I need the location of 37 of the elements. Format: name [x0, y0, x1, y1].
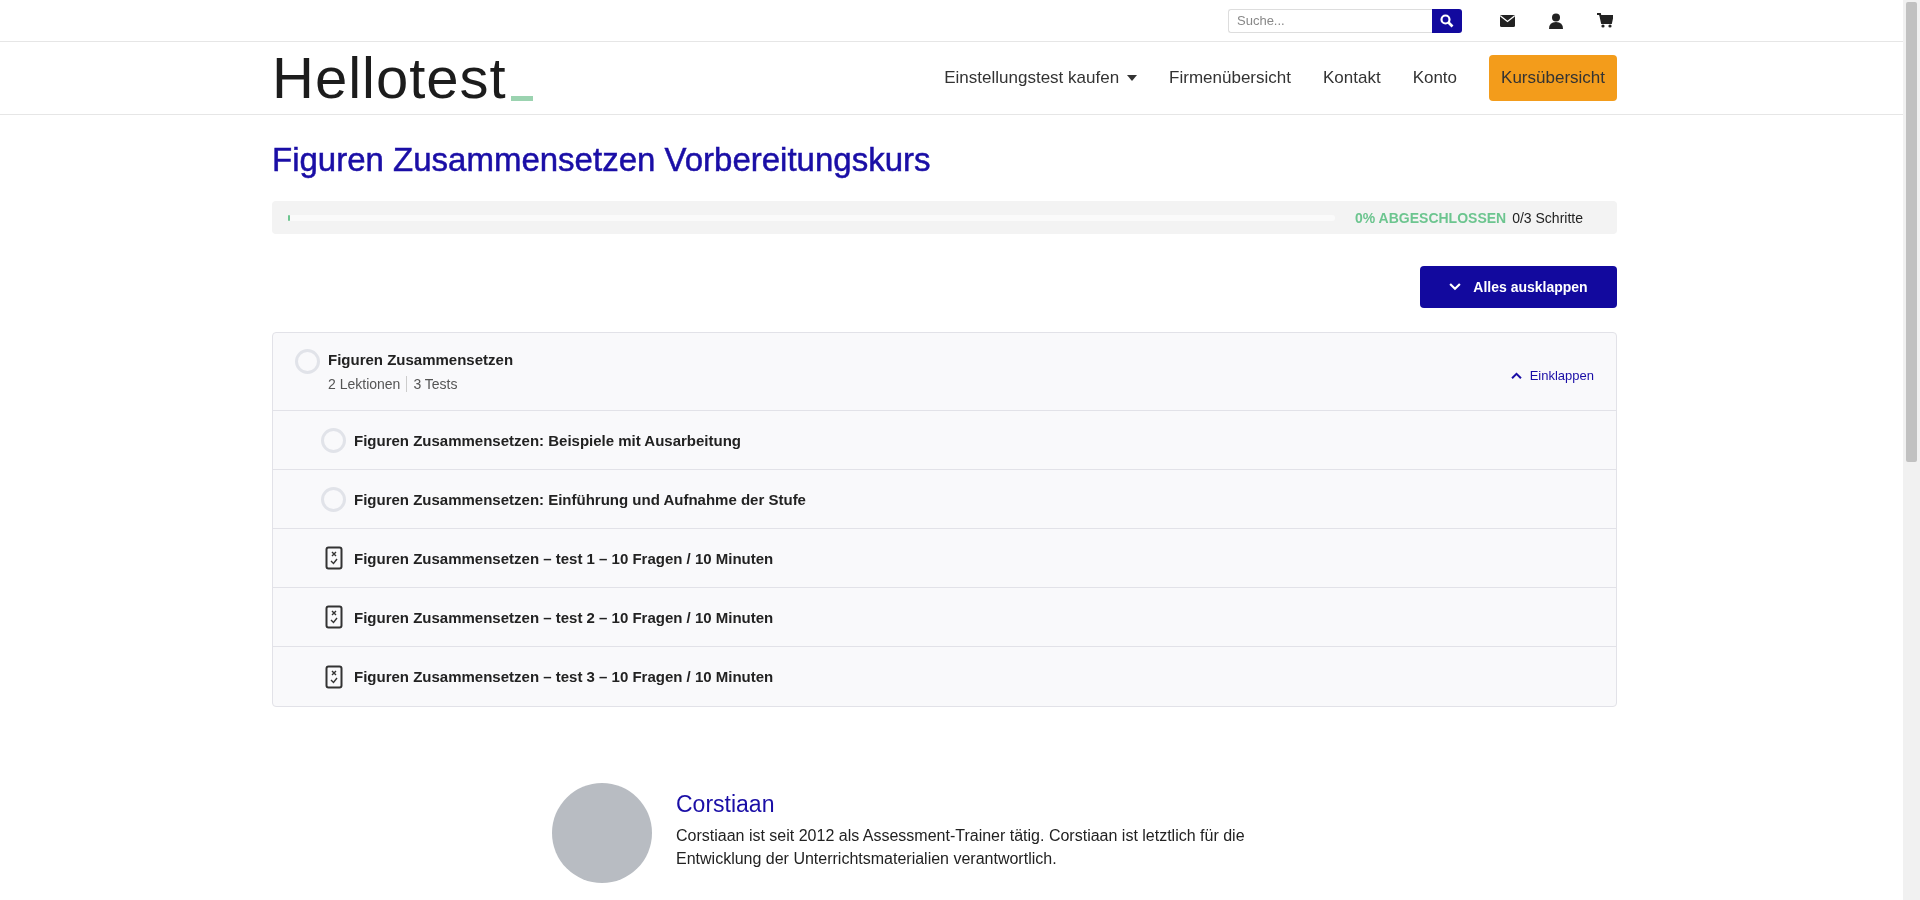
lesson-row[interactable]: Figuren Zusammensetzen – test 2 – 10 Fragen / 10 Minuten: [273, 588, 1616, 647]
quiz-icon: [325, 546, 343, 570]
chevron-down-icon: [1449, 283, 1462, 291]
section-title[interactable]: Figuren Zusammensetzen: [328, 351, 1505, 368]
nav-link[interactable]: Kontakt: [1322, 68, 1381, 88]
lesson-title[interactable]: Figuren Zusammensetzen – test 2 – 10 Fragen / 10 Minuten: [354, 608, 774, 626]
lesson-title[interactable]: Figuren Zusammensetzen – test 1 – 10 Fragen / 10 Minuten: [354, 549, 774, 567]
lesson-row[interactable]: Figuren Zusammensetzen – test 3 – 10 Fragen / 10 Minuten: [273, 647, 1616, 706]
lesson-count: 2 Lektionen: [328, 376, 401, 392]
logo-underscore-mark: [510, 96, 533, 101]
progress-steps: 0/3 Schritte: [1512, 209, 1583, 226]
chevron-up-icon: [1510, 371, 1522, 380]
expand-all-button[interactable]: Alles ausklappen: [1420, 266, 1617, 308]
test-count: 3 Tests: [413, 376, 458, 392]
search-icon: [1440, 13, 1454, 28]
search-field[interactable]: Suche...: [1228, 8, 1432, 33]
lesson-row[interactable]: Figuren Zusammensetzen: Beispiele mit Ausarbeitung: [273, 411, 1616, 470]
scrollbar[interactable]: [1903, 0, 1920, 900]
lesson-title[interactable]: Figuren Zusammensetzen: Einführung und Aufnahme der Stufe: [354, 490, 806, 508]
lesson-title[interactable]: Figuren Zusammensetzen: Beispiele mit Ausarbeitung: [354, 431, 742, 449]
nav-link[interactable]: Kursübersicht: [1489, 55, 1617, 101]
collapse-toggle[interactable]: Einklappen: [1504, 367, 1600, 384]
course-title: Figuren Zusammensetzen Vorbereitungskurs: [272, 141, 932, 179]
author-bio: Corstiaan ist seit 2012 als Assessment-Trainer tätig. Corstiaan ist letztlich für die Entwicklung der Unterrichtsmaterialien verantwortlich.: [676, 826, 1246, 870]
quiz-icon: [325, 664, 343, 689]
nav-link[interactable]: Konto: [1412, 68, 1458, 88]
caret-icon: [1127, 75, 1138, 81]
lesson-row[interactable]: Figuren Zusammensetzen – test 1 – 10 Fragen / 10 Minuten: [273, 529, 1616, 588]
progress-percent: 0% ABGESCHLOSSEN: [1355, 209, 1507, 226]
lesson-title[interactable]: Figuren Zusammensetzen – test 3 – 10 Fragen / 10 Minuten: [354, 668, 774, 685]
quiz-icon: [325, 605, 343, 629]
author-name: Corstiaan: [676, 791, 776, 818]
nav-link[interactable]: Firmenübersicht: [1169, 68, 1291, 88]
logo[interactable]: Hellotest: [272, 49, 507, 107]
nav-link[interactable]: Einstellungstest kaufen: [944, 68, 1138, 88]
search-button[interactable]: [1432, 8, 1462, 33]
lesson-row[interactable]: Figuren Zusammensetzen: Einführung und Aufnahme der Stufe: [273, 470, 1616, 529]
